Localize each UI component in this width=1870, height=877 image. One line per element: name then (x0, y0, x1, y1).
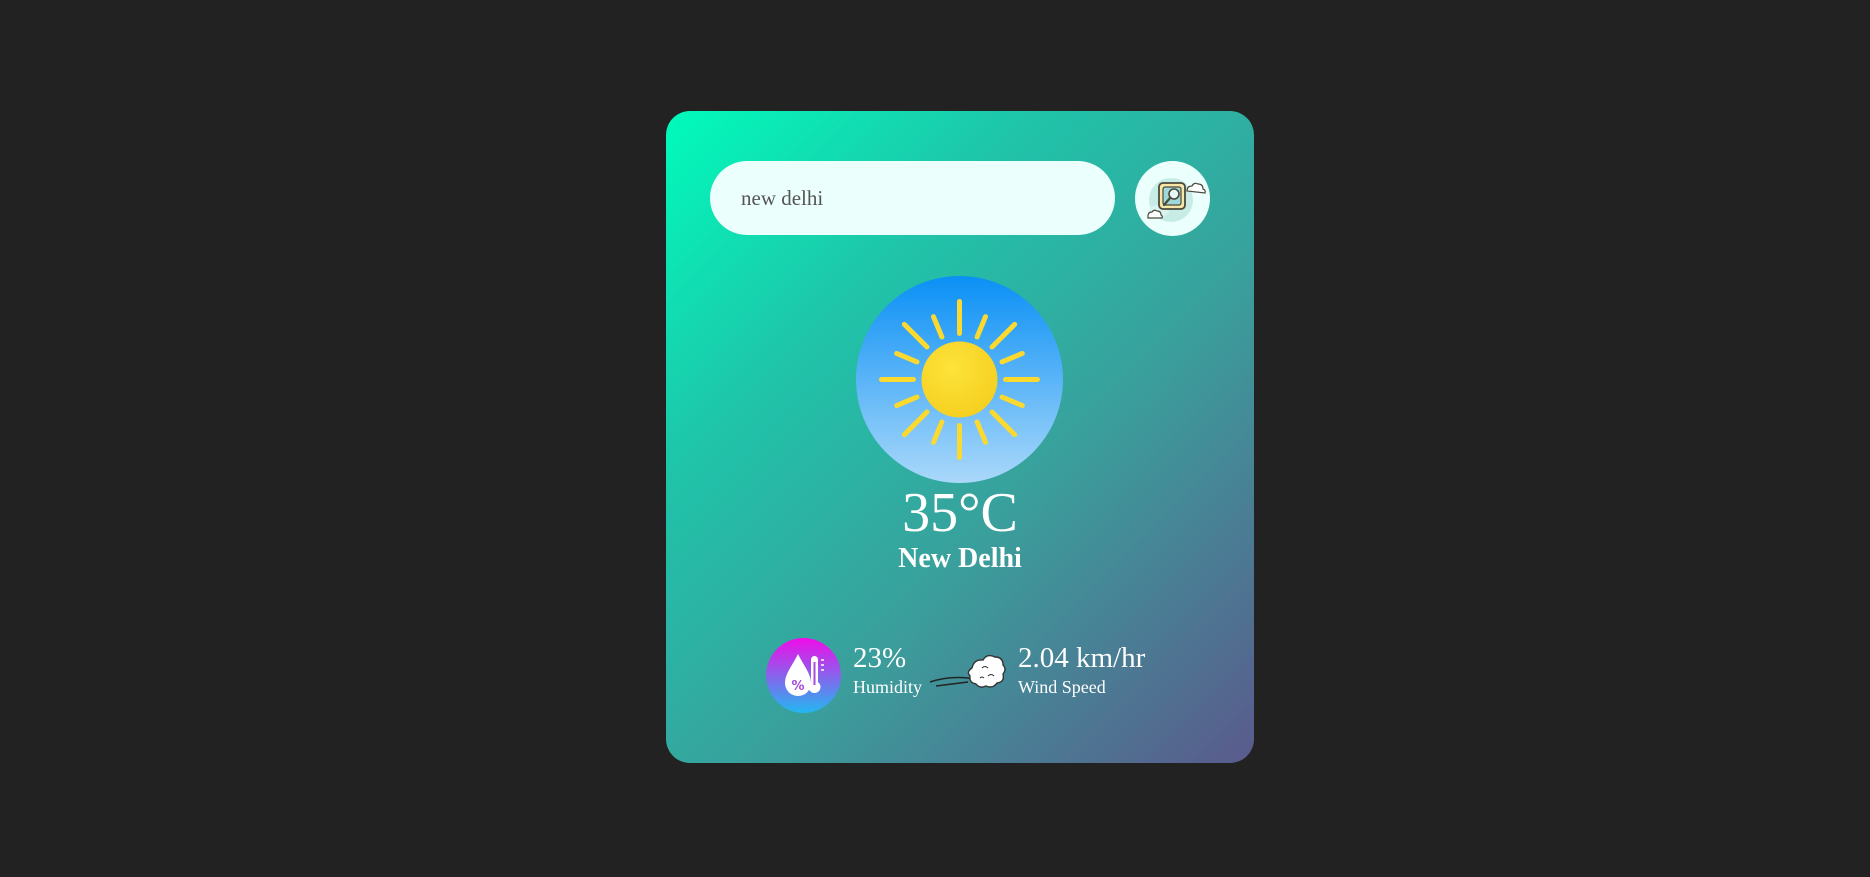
wind-speed-label: Wind Speed (1018, 677, 1106, 697)
city-name: New Delhi (898, 543, 1022, 574)
temperature: 35°C (902, 482, 1018, 544)
humidity-value: 23% (853, 642, 907, 674)
search-button[interactable] (1135, 161, 1210, 236)
search-input[interactable] (710, 161, 1115, 235)
svg-text:%: % (791, 679, 804, 694)
search-weather-icon (1147, 178, 1206, 222)
wind-speed-value: 2.04 km/hr (1018, 642, 1146, 674)
sun-icon (856, 276, 1063, 483)
weather-card: 35°C New Delhi % 23% Humidity 2.04 km/hr… (666, 111, 1254, 763)
wind-icon (929, 654, 1006, 688)
humidity-icon: % (766, 638, 841, 713)
humidity-label: Humidity (853, 677, 923, 697)
